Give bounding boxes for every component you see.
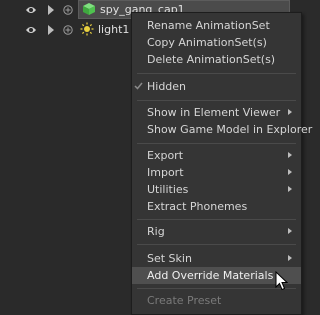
expand-arrow-icon[interactable]: [47, 24, 55, 36]
submenu-arrow-icon: [288, 255, 292, 261]
expand-arrow-icon[interactable]: [47, 4, 55, 16]
submenu-arrow-icon: [288, 109, 292, 115]
mouse-cursor-icon: [275, 271, 288, 291]
menu-item-label: Export: [147, 149, 184, 162]
menu-item-copy-animationset[interactable]: Copy AnimationSet(s): [132, 34, 301, 51]
menu-item-label: Copy AnimationSet(s): [147, 36, 267, 49]
context-menu: Rename AnimationSet Copy AnimationSet(s)…: [131, 12, 312, 315]
eye-icon[interactable]: [25, 5, 37, 15]
add-icon[interactable]: [63, 5, 73, 15]
menu-item-label: Delete AnimationSet(s): [147, 53, 276, 66]
menu-separator: [137, 100, 296, 101]
menu-item-utilities[interactable]: Utilities: [132, 181, 301, 198]
menu-item-label: Show Game Model in Explorer: [147, 123, 313, 136]
menu-separator: [137, 143, 296, 144]
menu-item-label: Extract Phonemes: [147, 200, 248, 213]
menu-item-extract-phonemes[interactable]: Extract Phonemes: [132, 198, 301, 215]
menu-separator: [137, 288, 296, 289]
menu-item-set-skin[interactable]: Set Skin: [132, 250, 301, 267]
yellow-light-icon: [80, 22, 94, 36]
menu-item-label: Add Override Materials: [147, 269, 274, 282]
menu-item-label: Rename AnimationSet: [147, 19, 270, 32]
green-cube-icon: [83, 3, 95, 15]
eye-icon[interactable]: [25, 25, 37, 35]
menu-separator: [137, 219, 296, 220]
submenu-arrow-icon: [288, 228, 292, 234]
menu-item-rename-animationset[interactable]: Rename AnimationSet: [132, 17, 301, 34]
submenu-arrow-icon: [288, 152, 292, 158]
menu-item-delete-animationset[interactable]: Delete AnimationSet(s): [132, 51, 301, 68]
add-icon[interactable]: [63, 25, 73, 35]
menu-item-label: Set Skin: [147, 252, 192, 265]
menu-item-label: Hidden: [147, 80, 187, 93]
menu-item-label: Rig: [147, 225, 165, 238]
checkmark-icon: [134, 82, 143, 90]
menu-item-show-in-element-viewer[interactable]: Show in Element Viewer: [132, 104, 301, 121]
menu-separator: [137, 244, 296, 245]
menu-item-label: Import: [147, 166, 184, 179]
menu-item-import[interactable]: Import: [132, 164, 301, 181]
menu-item-show-game-model-in-explorer[interactable]: Show Game Model in Explorer: [132, 121, 312, 138]
menu-item-hidden[interactable]: Hidden: [132, 78, 301, 95]
menu-item-export[interactable]: Export: [132, 147, 301, 164]
tree-row-label: light1: [98, 23, 130, 36]
menu-item-rig[interactable]: Rig: [132, 223, 301, 240]
menu-separator: [137, 73, 296, 74]
menu-item-create-preset: Create Preset: [132, 292, 301, 309]
submenu-arrow-icon: [288, 186, 292, 192]
submenu-arrow-icon: [288, 169, 292, 175]
menu-item-label: Create Preset: [147, 294, 222, 307]
menu-item-label: Utilities: [147, 183, 189, 196]
menu-item-label: Show in Element Viewer: [147, 106, 281, 119]
